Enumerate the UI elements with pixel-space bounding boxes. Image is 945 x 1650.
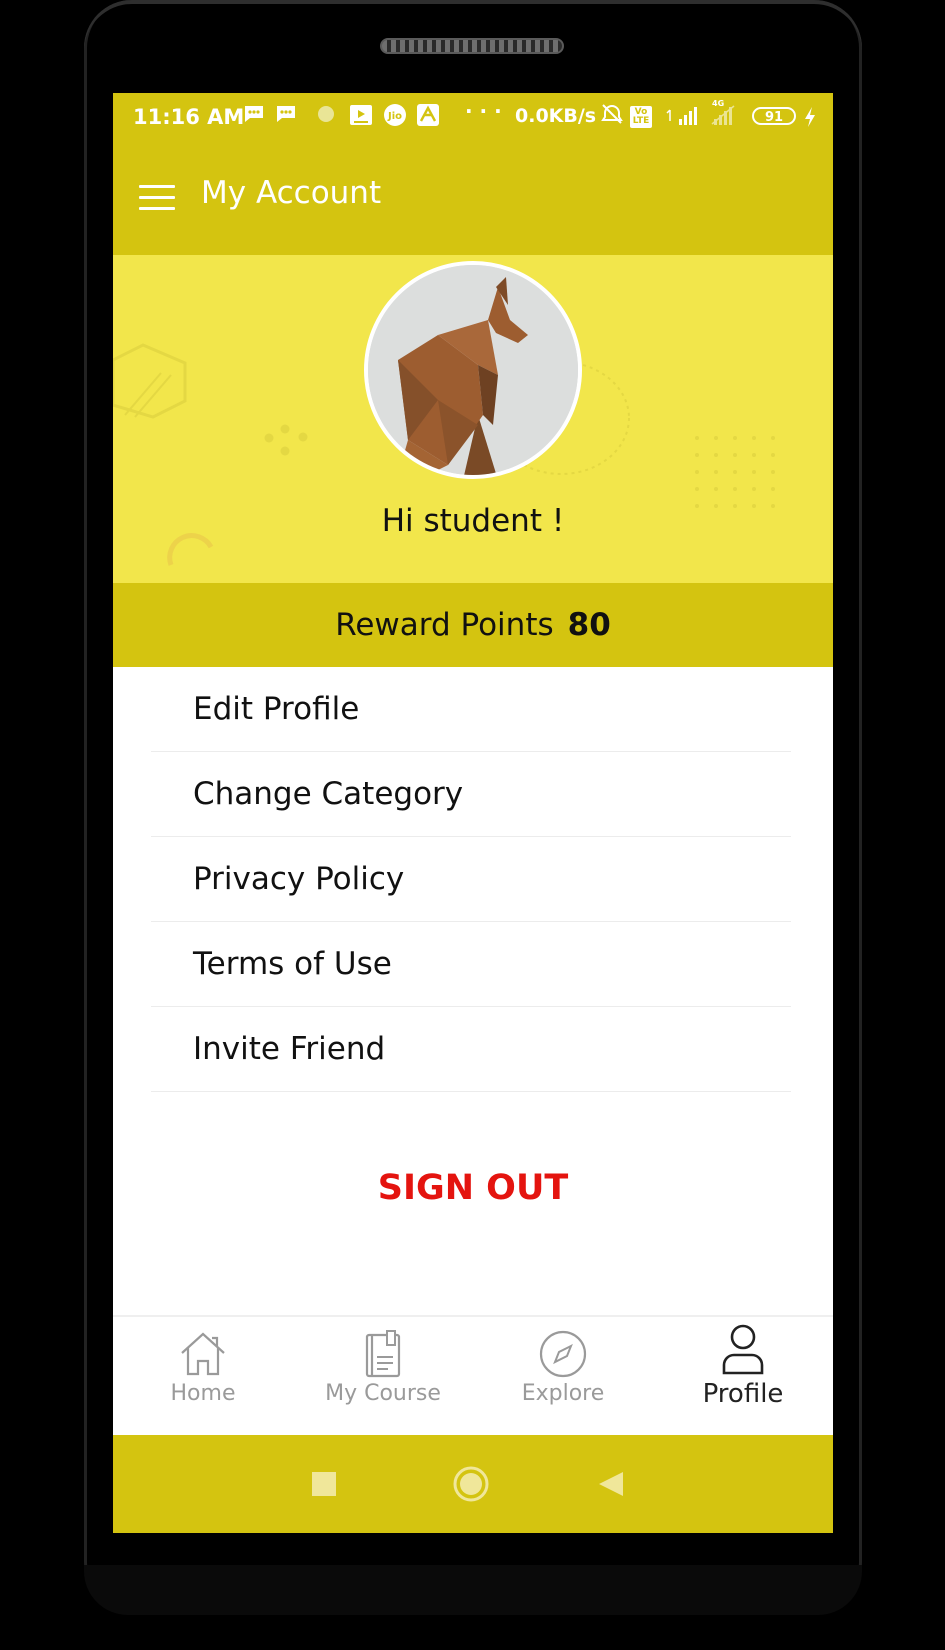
origami-kangaroo-image — [368, 265, 578, 475]
system-nav-bar — [113, 1435, 833, 1533]
person-icon — [722, 1324, 764, 1375]
page-title: My Account — [201, 175, 382, 211]
jio-icon: Jio — [383, 103, 407, 132]
nav-my-course[interactable]: My Course — [293, 1329, 473, 1406]
home-icon — [181, 1332, 225, 1376]
video-icon — [349, 103, 373, 132]
book-icon — [365, 1330, 401, 1378]
phone-bottom-bezel — [84, 1565, 862, 1615]
signal-weak-icon — [710, 104, 738, 133]
nav-profile-label: Profile — [702, 1379, 784, 1409]
app-notification-icon — [316, 103, 336, 128]
message-icon — [275, 103, 297, 130]
menu-item-edit-profile[interactable]: Edit Profile — [151, 667, 791, 752]
status-bar: 11:16 AM Jio · · · 0.0KB/s Vo LTE 4G 91 — [113, 93, 833, 141]
menu-item-privacy-policy[interactable]: Privacy Policy — [151, 837, 791, 922]
phone-screen: 11:16 AM Jio · · · 0.0KB/s Vo LTE 4G 91 … — [113, 93, 833, 1533]
greeting-text: Hi student ! — [381, 503, 565, 539]
status-network-speed: 0.0KB/s — [515, 105, 597, 127]
nav-profile[interactable]: Profile — [653, 1323, 833, 1409]
reward-points-value: 80 — [567, 607, 611, 643]
nav-explore[interactable]: Explore — [473, 1329, 653, 1406]
app-icon — [416, 103, 440, 132]
back-triangle-icon[interactable] — [599, 1472, 623, 1496]
compass-icon — [539, 1330, 587, 1378]
app-bar: My Account — [113, 141, 833, 255]
reward-points-bar: Reward Points 80 — [113, 583, 833, 667]
nav-my-course-label: My Course — [325, 1381, 441, 1406]
menu-item-invite-friend[interactable]: Invite Friend — [151, 1007, 791, 1092]
speaker-grille — [380, 38, 564, 54]
charging-icon — [803, 106, 817, 133]
message-icon — [243, 103, 265, 130]
bottom-nav: Home My Course Explore Profile — [113, 1315, 833, 1437]
nav-home-label: Home — [170, 1381, 236, 1406]
nav-home[interactable]: Home — [113, 1329, 293, 1406]
signal-4g-icon — [665, 102, 699, 133]
volte-icon: Vo LTE — [630, 106, 652, 128]
hamburger-menu-icon[interactable] — [139, 185, 175, 211]
alarm-off-icon — [600, 102, 624, 131]
status-time: 11:16 AM — [133, 105, 245, 129]
nav-explore-label: Explore — [521, 1381, 605, 1406]
menu-item-change-category[interactable]: Change Category — [151, 752, 791, 837]
battery-level: 91 — [752, 107, 796, 125]
reward-points-label: Reward Points — [335, 607, 554, 643]
account-menu: Edit Profile Change Category Privacy Pol… — [151, 667, 791, 1092]
status-more: · · · — [465, 99, 502, 123]
recent-apps-icon[interactable] — [312, 1472, 336, 1496]
avatar[interactable] — [364, 261, 582, 479]
svg-text:Jio: Jio — [387, 111, 402, 122]
sign-out-button[interactable]: SIGN OUT — [113, 1168, 833, 1208]
profile-header: Hi student ! — [113, 255, 833, 583]
menu-item-terms-of-use[interactable]: Terms of Use — [151, 922, 791, 1007]
